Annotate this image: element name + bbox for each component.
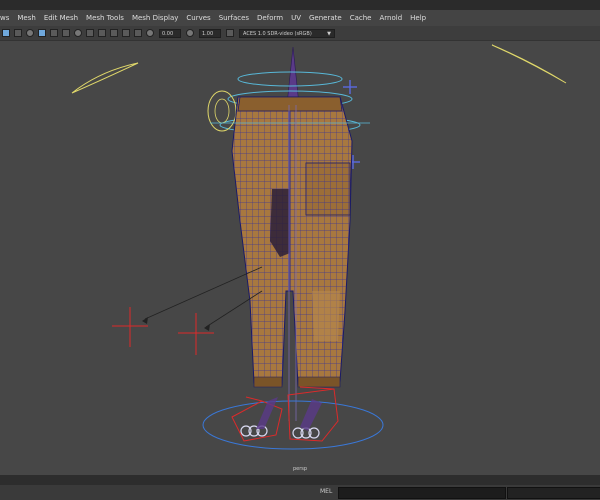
menu-item-windows[interactable]: ws bbox=[0, 14, 13, 22]
gamma-icon[interactable] bbox=[186, 29, 194, 37]
pole-vector-locator-left[interactable] bbox=[112, 307, 148, 347]
textured-icon[interactable] bbox=[62, 29, 70, 37]
pelvis-control-yellow[interactable] bbox=[207, 90, 237, 132]
menu-item-generate[interactable]: Generate bbox=[305, 14, 346, 22]
color-space-dropdown[interactable]: ACES 1.0 SDR-video (sRGB) ▼ bbox=[239, 28, 335, 38]
mel-result-field bbox=[507, 487, 600, 499]
foot-root-control[interactable] bbox=[202, 400, 384, 450]
arm-control-curve-left[interactable] bbox=[71, 62, 139, 94]
pants-mesh[interactable] bbox=[231, 96, 353, 388]
pole-vector-locator-right[interactable] bbox=[178, 313, 214, 355]
shadows-icon[interactable] bbox=[86, 29, 94, 37]
spine-joint[interactable] bbox=[286, 46, 300, 106]
mel-command-input[interactable] bbox=[338, 487, 506, 499]
exposure-field[interactable]: 0.00 bbox=[159, 28, 181, 38]
menu-item-uv[interactable]: UV bbox=[287, 14, 305, 22]
menu-item-cache[interactable]: Cache bbox=[346, 14, 376, 22]
ankle-joint-right bbox=[300, 399, 322, 431]
camera-label: persp bbox=[292, 466, 308, 472]
menu-item-help[interactable]: Help bbox=[406, 14, 430, 22]
menu-item-deform[interactable]: Deform bbox=[253, 14, 287, 22]
menu-item-surfaces[interactable]: Surfaces bbox=[215, 14, 253, 22]
menu-item-mesh-tools[interactable]: Mesh Tools bbox=[82, 14, 128, 22]
perspective-viewport[interactable]: persp bbox=[0, 41, 600, 475]
color-space-label: ACES 1.0 SDR-video (sRGB) bbox=[243, 30, 312, 37]
menu-item-mesh[interactable]: Mesh bbox=[13, 14, 39, 22]
smooth-shade-icon[interactable] bbox=[50, 29, 58, 37]
arm-control-curve-right[interactable] bbox=[491, 44, 567, 84]
time-slider[interactable] bbox=[0, 475, 600, 485]
scene-graphics bbox=[71, 44, 567, 450]
menu-item-edit-mesh[interactable]: Edit Mesh bbox=[40, 14, 82, 22]
pole-arrow-left bbox=[142, 317, 148, 324]
menu-bar: ws Mesh Edit Mesh Mesh Tools Mesh Displa… bbox=[0, 10, 600, 26]
color-management-icon[interactable] bbox=[226, 29, 234, 37]
lighting-icon[interactable] bbox=[74, 29, 82, 37]
menu-item-mesh-display[interactable]: Mesh Display bbox=[128, 14, 182, 22]
pole-arrow-right bbox=[204, 324, 210, 331]
menu-item-curves[interactable]: Curves bbox=[182, 14, 214, 22]
ambient-occlusion-icon[interactable] bbox=[122, 29, 130, 37]
grid-icon[interactable] bbox=[14, 29, 22, 37]
viewport-toolbar: 0.00 1.00 ACES 1.0 SDR-video (sRGB) ▼ bbox=[0, 26, 600, 41]
chevron-down-icon: ▼ bbox=[327, 30, 331, 37]
menu-item-arnold[interactable]: Arnold bbox=[375, 14, 406, 22]
gamma-field[interactable]: 1.00 bbox=[199, 28, 221, 38]
mel-label[interactable]: MEL bbox=[320, 488, 332, 495]
exposure-icon[interactable] bbox=[146, 29, 154, 37]
audio-icon[interactable] bbox=[26, 29, 34, 37]
pole-vector-line-left bbox=[144, 266, 263, 320]
select-camera-icon[interactable] bbox=[2, 29, 10, 37]
antialias-icon[interactable] bbox=[134, 29, 142, 37]
isolate-icon[interactable] bbox=[110, 29, 118, 37]
title-bar bbox=[0, 0, 600, 10]
pelvis-control-yellow-inner bbox=[214, 98, 230, 124]
xray-icon[interactable] bbox=[98, 29, 106, 37]
wireframe-icon[interactable] bbox=[38, 29, 46, 37]
plus-handle-top[interactable] bbox=[343, 80, 357, 94]
